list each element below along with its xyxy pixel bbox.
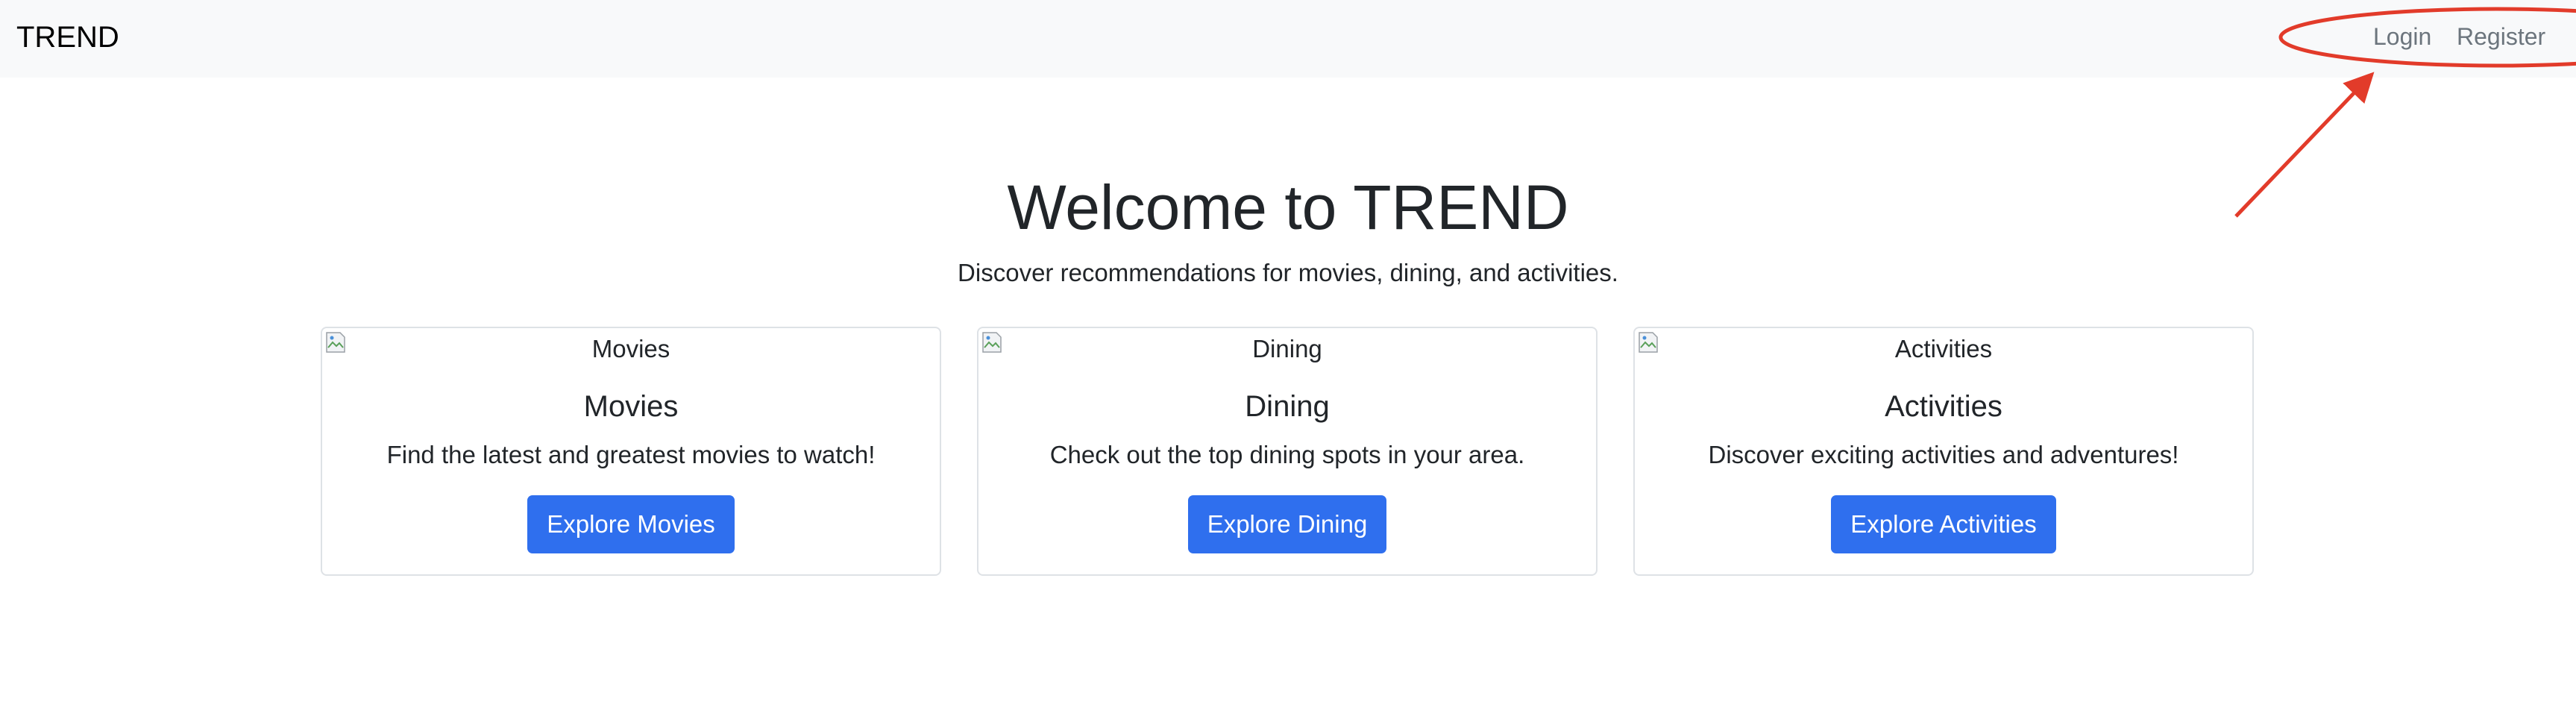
- brand-logo[interactable]: TREND: [16, 19, 119, 55]
- card-image: Activities: [1635, 328, 2252, 367]
- login-link[interactable]: Login: [2373, 21, 2431, 52]
- explore-dining-button[interactable]: Explore Dining: [1187, 495, 1387, 553]
- image-alt-text: Dining: [1252, 335, 1322, 362]
- card-image: Dining: [978, 328, 1596, 367]
- card-dining: Dining Dining Check out the top dining s…: [977, 327, 1598, 576]
- navbar: TREND Login Register: [0, 0, 2576, 78]
- card-image: Movies: [322, 328, 940, 367]
- card-movies: Movies Movies Find the latest and greate…: [321, 327, 941, 576]
- explore-movies-button[interactable]: Explore Movies: [527, 495, 735, 553]
- page-subtitle: Discover recommendations for movies, din…: [958, 259, 1618, 286]
- page-title: Welcome to TREND: [1007, 172, 1569, 242]
- card-title: Movies: [583, 390, 679, 423]
- card-text: Discover exciting activities and adventu…: [1708, 441, 2179, 468]
- card-title: Activities: [1885, 390, 2002, 423]
- card-activities: Activities Activities Discover exciting …: [1633, 327, 2254, 576]
- card-text: Check out the top dining spots in your a…: [1049, 441, 1525, 468]
- explore-activities-button[interactable]: Explore Activities: [1831, 495, 2056, 553]
- image-alt-text: Movies: [591, 335, 670, 362]
- card-text: Find the latest and greatest movies to w…: [386, 441, 876, 468]
- image-alt-text: Activities: [1894, 335, 1993, 362]
- card-title: Dining: [1245, 390, 1330, 423]
- register-link[interactable]: Register: [2457, 21, 2545, 52]
